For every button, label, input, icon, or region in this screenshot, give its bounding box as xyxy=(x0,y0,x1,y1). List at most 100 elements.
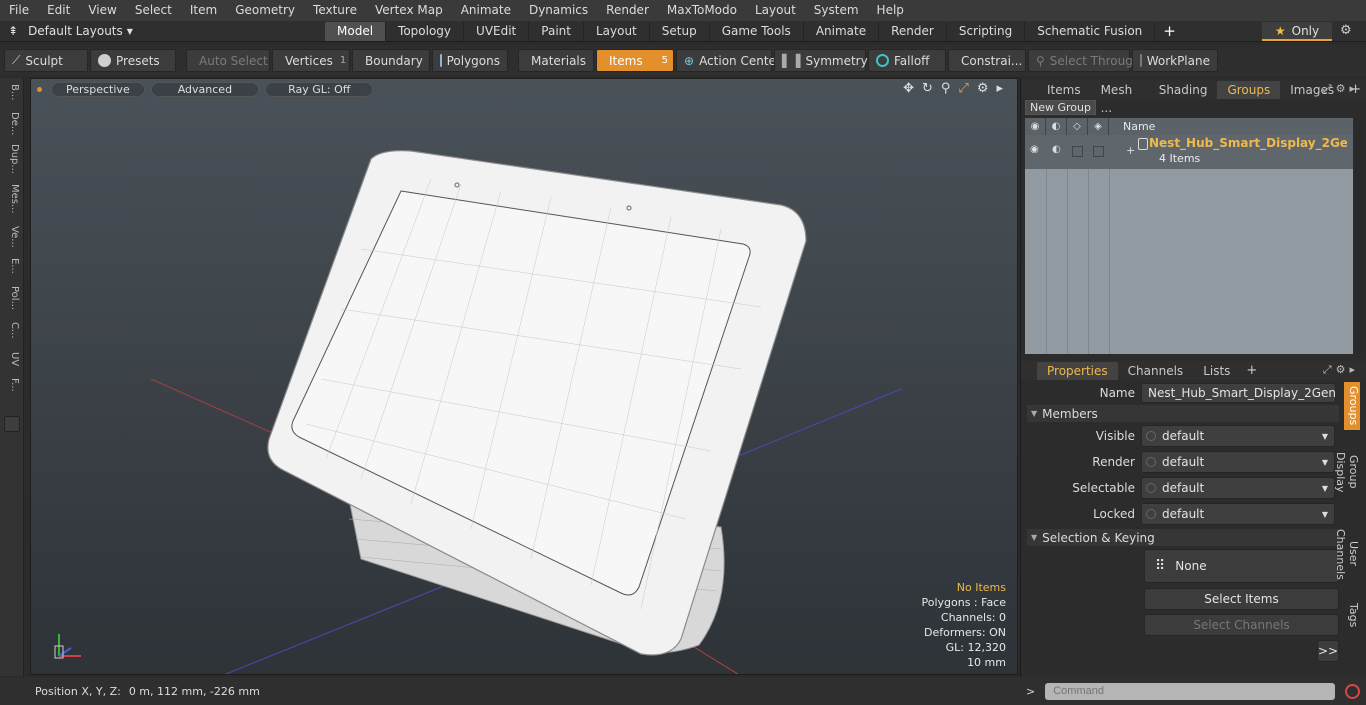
items-button[interactable]: Items 5 xyxy=(596,49,674,72)
vtab-group-display[interactable]: Group Display xyxy=(1334,436,1360,508)
menu-help[interactable]: Help xyxy=(868,0,913,21)
menu-render[interactable]: Render xyxy=(597,0,658,21)
record-icon[interactable] xyxy=(1345,683,1361,699)
tab-uvedit[interactable]: UVEdit xyxy=(464,21,530,41)
vtab-tags[interactable]: Tags xyxy=(1344,600,1360,630)
tab-setup[interactable]: Setup xyxy=(650,21,710,41)
selection-keying-section-header[interactable]: ▼ Selection & Keying xyxy=(1027,529,1339,546)
left-tab-5[interactable]: E... xyxy=(4,258,20,274)
menu-animate[interactable]: Animate xyxy=(452,0,520,21)
tab-animate[interactable]: Animate xyxy=(804,21,880,41)
name-field[interactable]: Nest_Hub_Smart_Display_2Gen_Chalk xyxy=(1141,383,1336,403)
select-channels-button[interactable]: Select Channels xyxy=(1144,614,1339,636)
action-center-button[interactable]: ⊕ Action Center xyxy=(676,49,781,72)
menu-geometry[interactable]: Geometry xyxy=(226,0,304,21)
constraints-button[interactable]: Constrai... xyxy=(948,49,1026,72)
select-items-button[interactable]: Select Items xyxy=(1144,588,1339,610)
more-button[interactable]: >> xyxy=(1317,640,1339,662)
tab-mesh[interactable]: Mesh ... xyxy=(1091,81,1149,115)
left-tab-6[interactable]: Pol... xyxy=(4,286,20,310)
new-group-button[interactable]: New Group xyxy=(1025,100,1096,115)
row-render-icon[interactable]: ◐ xyxy=(1052,144,1061,155)
tab-lists[interactable]: Lists xyxy=(1193,362,1240,380)
viewport-menu-dot-icon[interactable] xyxy=(37,86,42,92)
tab-render[interactable]: Render xyxy=(879,21,947,41)
left-tab-9[interactable]: F... xyxy=(4,378,20,392)
add-tab-icon[interactable]: + xyxy=(1155,22,1184,40)
tab-scripting[interactable]: Scripting xyxy=(947,21,1026,41)
vtab-groups[interactable]: Groups xyxy=(1344,382,1360,430)
boundary-button[interactable]: Boundary xyxy=(352,49,430,72)
materials-button[interactable]: Materials xyxy=(518,49,594,72)
selectable-dropdown[interactable]: default ▼ xyxy=(1141,477,1335,499)
menu-item[interactable]: Item xyxy=(181,0,226,21)
symmetry-button[interactable]: ▌▐ Symmetry xyxy=(774,49,868,72)
move-icon[interactable]: ✥ xyxy=(903,81,914,96)
panel-controls-icon[interactable]: ⤢⚙▸ xyxy=(1323,82,1359,96)
select-through-button[interactable]: ⚲ Select Through xyxy=(1028,49,1140,72)
visible-dropdown[interactable]: default ▼ xyxy=(1141,425,1335,447)
menu-dynamics[interactable]: Dynamics xyxy=(520,0,597,21)
only-toggle-button[interactable]: ★ Only xyxy=(1262,22,1332,41)
tab-properties[interactable]: Properties xyxy=(1037,361,1118,380)
left-tab-4[interactable]: Ve... xyxy=(4,226,20,248)
tab-groups[interactable]: Groups xyxy=(1217,80,1281,99)
polygons-button[interactable]: Polygons xyxy=(432,49,508,72)
group-row[interactable]: ◉ ◐ + Nest_Hub_Smart_Display_2Gen ... 4 … xyxy=(1025,135,1353,169)
perspective-button[interactable]: Perspective xyxy=(51,81,145,97)
advanced-button[interactable]: Advanced xyxy=(150,81,260,97)
left-tab-1[interactable]: De... xyxy=(4,112,20,135)
presets-button[interactable]: Presets xyxy=(90,49,176,72)
left-tab-0[interactable]: B... xyxy=(4,84,20,100)
sculpt-button[interactable]: ⟋ Sculpt xyxy=(4,49,88,72)
rotate-icon[interactable]: ↻ xyxy=(922,81,933,96)
row-select-checkbox[interactable] xyxy=(1093,146,1104,157)
menu-maxtomodo[interactable]: MaxToModo xyxy=(658,0,746,21)
props-controls-icon[interactable]: ⤢⚙▸ xyxy=(1323,363,1359,377)
expand-plus-icon[interactable]: + xyxy=(1126,144,1135,157)
menu-view[interactable]: View xyxy=(79,0,125,21)
vertices-button[interactable]: Vertices 1 xyxy=(272,49,350,72)
menu-select[interactable]: Select xyxy=(126,0,181,21)
tab-items[interactable]: Items xyxy=(1037,81,1091,99)
default-layouts-dropdown[interactable]: ⇞ Default Layouts ▼ xyxy=(0,21,136,42)
3d-viewport[interactable]: Perspective Advanced Ray GL: Off ✥ ↻ ⚲ ⤢… xyxy=(30,78,1018,675)
vtab-user-channels[interactable]: User Channels xyxy=(1334,516,1360,592)
zoom-icon[interactable]: ⚲ xyxy=(941,81,951,96)
tab-topology[interactable]: Topology xyxy=(386,21,465,41)
left-tab-2[interactable]: Dup... xyxy=(4,144,20,174)
tab-schematic-fusion[interactable]: Schematic Fusion xyxy=(1025,21,1156,41)
select-icon[interactable]: ◈ xyxy=(1088,118,1109,135)
visibility-eye-icon[interactable]: ◉ xyxy=(1025,118,1046,135)
gear-icon[interactable]: ⚙ xyxy=(1340,23,1352,38)
menu-layout[interactable]: Layout xyxy=(746,0,805,21)
left-panel-toggle-icon[interactable] xyxy=(4,416,20,432)
workplane-button[interactable]: WorkPlane xyxy=(1132,49,1218,72)
tab-channels[interactable]: Channels xyxy=(1118,362,1194,380)
auto-select-button[interactable]: Auto Select xyxy=(186,49,270,72)
scrollbar[interactable] xyxy=(1355,118,1363,354)
tab-shading[interactable]: Shading xyxy=(1149,81,1218,99)
raygl-button[interactable]: Ray GL: Off xyxy=(265,81,374,97)
command-input[interactable] xyxy=(1045,682,1336,700)
row-lock-checkbox[interactable] xyxy=(1072,146,1083,157)
tab-game-tools[interactable]: Game Tools xyxy=(710,21,804,41)
menu-file[interactable]: File xyxy=(0,0,38,21)
viewport-gear-icon[interactable]: ⚙ xyxy=(977,81,989,96)
tab-model[interactable]: Model xyxy=(325,21,387,41)
members-section-header[interactable]: ▼ Members xyxy=(1027,405,1339,422)
row-eye-icon[interactable]: ◉ xyxy=(1030,144,1039,155)
lock-icon[interactable]: ◇ xyxy=(1067,118,1088,135)
play-icon[interactable]: ▸ xyxy=(996,81,1003,96)
left-tab-8[interactable]: UV xyxy=(4,352,20,366)
tab-paint[interactable]: Paint xyxy=(529,21,584,41)
tab-layout[interactable]: Layout xyxy=(584,21,650,41)
add-props-tab-icon[interactable]: + xyxy=(1240,363,1263,378)
menu-vertex-map[interactable]: Vertex Map xyxy=(366,0,452,21)
render-dropdown[interactable]: default ▼ xyxy=(1141,451,1335,473)
left-tab-3[interactable]: Mes... xyxy=(4,184,20,214)
left-tab-7[interactable]: C... xyxy=(4,322,20,339)
render-icon[interactable]: ◐ xyxy=(1046,118,1067,135)
menu-edit[interactable]: Edit xyxy=(38,0,79,21)
name-column-header[interactable]: Name xyxy=(1109,120,1155,133)
